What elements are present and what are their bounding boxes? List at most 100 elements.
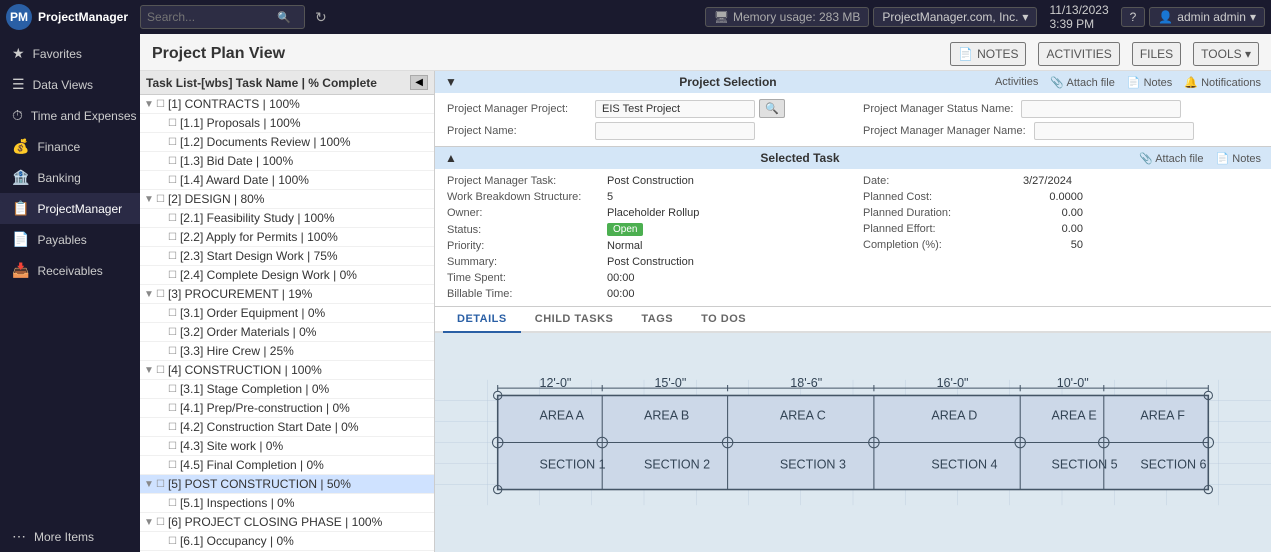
pm-project-label: Project Manager Project: bbox=[447, 103, 587, 115]
attach-file-link[interactable]: 📎 Attach file bbox=[1050, 76, 1114, 89]
sidebar-item-payables[interactable]: 📄 Payables bbox=[0, 224, 140, 255]
search-input[interactable] bbox=[147, 10, 277, 24]
notes-link[interactable]: 📄 Notes bbox=[1127, 76, 1173, 89]
task-row[interactable]: ☐ [6.1] Occupancy | 0% bbox=[140, 532, 434, 551]
task-row[interactable]: ☐ [3.2] Order Materials | 0% bbox=[140, 323, 434, 342]
task-row[interactable]: ☐ [4.3] Site work | 0% bbox=[140, 437, 434, 456]
task-row[interactable]: ☐ [3.1] Order Equipment | 0% bbox=[140, 304, 434, 323]
page-header-actions: 📄 NOTES ACTIVITIES FILES TOOLS ▾ bbox=[950, 42, 1259, 66]
task-row[interactable]: ☐ [3.1] Stage Completion | 0% bbox=[140, 380, 434, 399]
task-row[interactable]: ☐ [1.2] Documents Review | 100% bbox=[140, 133, 434, 152]
task-checkbox: ☐ bbox=[168, 118, 177, 129]
task-row[interactable]: ☐ [5.1] Inspections | 0% bbox=[140, 494, 434, 513]
svg-text:AREA F: AREA F bbox=[1140, 409, 1185, 423]
svg-text:SECTION 1: SECTION 1 bbox=[540, 458, 606, 472]
tools-button[interactable]: TOOLS ▾ bbox=[1193, 42, 1259, 66]
search-icon: 🔍 bbox=[277, 11, 291, 24]
project-selection-header[interactable]: ▼ Project Selection Activities 📎 Attach … bbox=[435, 71, 1271, 93]
svg-text:SECTION 3: SECTION 3 bbox=[780, 458, 846, 472]
svg-text:15'-0": 15'-0" bbox=[654, 376, 686, 390]
pm-manager-input[interactable] bbox=[1034, 122, 1194, 140]
attach-file-btn[interactable]: 📎 Attach file bbox=[1139, 152, 1203, 165]
task-panel-body: ▼ ☐ [1] CONTRACTS | 100% ☐ [1.1] Proposa… bbox=[140, 95, 434, 552]
sidebar-item-label: Receivables bbox=[37, 264, 102, 278]
task-checkbox: ☐ bbox=[168, 422, 177, 433]
selected-task-title: Selected Task bbox=[760, 151, 839, 165]
task-checkbox: ☐ bbox=[168, 384, 177, 395]
sidebar: ★ Favorites ☰ Data Views ⏱ Time and Expe… bbox=[0, 34, 140, 552]
app-logo[interactable]: PM ProjectManager bbox=[6, 4, 128, 30]
receivables-icon: 📥 bbox=[12, 262, 29, 279]
notifications-link[interactable]: 🔔 Notifications bbox=[1184, 76, 1261, 89]
task-label: [3.3] Hire Crew | 25% bbox=[180, 344, 294, 358]
selected-task-header[interactable]: ▲ Selected Task 📎 Attach file 📄 Notes bbox=[435, 147, 1271, 169]
panel-collapse-button[interactable]: ◀ bbox=[410, 75, 428, 90]
task-row[interactable]: ☐ [2.3] Start Design Work | 75% bbox=[140, 247, 434, 266]
task-row[interactable]: ▼ ☐ [1] CONTRACTS | 100% bbox=[140, 95, 434, 114]
notes-button[interactable]: 📄 NOTES bbox=[950, 42, 1026, 66]
tab-child-tasks[interactable]: CHILD TASKS bbox=[521, 307, 628, 333]
task-field-priority: Priority: Normal bbox=[447, 238, 843, 254]
sidebar-item-label: ProjectManager bbox=[37, 202, 122, 216]
sidebar-item-banking[interactable]: 🏦 Banking bbox=[0, 162, 140, 193]
sidebar-item-time-expenses[interactable]: ⏱ Time and Expenses bbox=[0, 100, 140, 131]
task-row[interactable]: ☐ [4.2] Construction Start Date | 0% bbox=[140, 418, 434, 437]
content-area: Project Plan View 📄 NOTES ACTIVITIES FIL… bbox=[140, 34, 1271, 552]
pm-manager-label: Project Manager Manager Name: bbox=[863, 125, 1026, 137]
sidebar-item-receivables[interactable]: 📥 Receivables bbox=[0, 255, 140, 286]
task-row[interactable]: ☐ [1.4] Award Date | 100% bbox=[140, 171, 434, 190]
pm-status-input[interactable] bbox=[1021, 100, 1181, 118]
sidebar-item-finance[interactable]: 💰 Finance bbox=[0, 131, 140, 162]
company-selector[interactable]: ProjectManager.com, Inc. ▾ bbox=[873, 7, 1037, 27]
project-name-input[interactable] bbox=[595, 122, 755, 140]
task-row[interactable]: ☐ [3.3] Hire Crew | 25% bbox=[140, 342, 434, 361]
task-row[interactable]: ☐ [4.1] Prep/Pre-construction | 0% bbox=[140, 399, 434, 418]
user-button[interactable]: 👤 admin admin ▾ bbox=[1149, 7, 1265, 27]
memory-icon: 🖥 bbox=[714, 10, 729, 24]
svg-text:AREA B: AREA B bbox=[644, 409, 689, 423]
svg-text:AREA C: AREA C bbox=[780, 409, 826, 423]
sidebar-item-project-manager[interactable]: 📋 ProjectManager bbox=[0, 193, 140, 224]
sidebar-item-data-views[interactable]: ☰ Data Views bbox=[0, 69, 140, 100]
task-row[interactable]: ▼ ☐ [5] POST CONSTRUCTION | 50% bbox=[140, 475, 434, 494]
task-row[interactable]: ▼ ☐ [4] CONSTRUCTION | 100% bbox=[140, 361, 434, 380]
task-label: [2.4] Complete Design Work | 0% bbox=[180, 268, 357, 282]
task-label: [4.2] Construction Start Date | 0% bbox=[180, 420, 359, 434]
task-row[interactable]: ▼ ☐ [6] PROJECT CLOSING PHASE | 100% bbox=[140, 513, 434, 532]
task-checkbox: ☐ bbox=[168, 137, 177, 148]
pm-project-search-button[interactable]: 🔍 bbox=[759, 99, 785, 118]
task-label: [4.3] Site work | 0% bbox=[180, 439, 283, 453]
task-field-planned-cost: Planned Cost: 0.0000 bbox=[863, 189, 1259, 205]
task-label: [1.3] Bid Date | 100% bbox=[180, 154, 293, 168]
task-row[interactable]: ☐ [1.1] Proposals | 100% bbox=[140, 114, 434, 133]
task-row[interactable]: ☐ [2.1] Feasibility Study | 100% bbox=[140, 209, 434, 228]
notes-btn[interactable]: 📄 Notes bbox=[1216, 152, 1262, 165]
tab-details[interactable]: DETAILS bbox=[443, 307, 521, 333]
svg-text:18'-6": 18'-6" bbox=[790, 376, 822, 390]
tabs-bar: DETAILS CHILD TASKS TAGS TO DOS bbox=[435, 307, 1271, 333]
task-label: [1.4] Award Date | 100% bbox=[180, 173, 309, 187]
task-row[interactable]: ☐ [2.2] Apply for Permits | 100% bbox=[140, 228, 434, 247]
pm-status-value bbox=[1021, 100, 1181, 118]
time-text: 3:39 PM bbox=[1049, 17, 1094, 31]
activities-button[interactable]: ACTIVITIES bbox=[1038, 42, 1119, 66]
activities-link[interactable]: Activities bbox=[995, 76, 1038, 88]
tab-to-dos[interactable]: TO DOS bbox=[687, 307, 760, 333]
task-row[interactable]: ▼ ☐ [2] DESIGN | 80% bbox=[140, 190, 434, 209]
task-row[interactable]: ☐ [2.4] Complete Design Work | 0% bbox=[140, 266, 434, 285]
task-row[interactable]: ☐ [4.5] Final Completion | 0% bbox=[140, 456, 434, 475]
pm-manager-field: Project Manager Manager Name: bbox=[863, 122, 1259, 140]
refresh-button[interactable]: ↻ bbox=[309, 5, 333, 30]
more-icon: ⋯ bbox=[12, 528, 26, 545]
task-row[interactable]: ☐ [1.3] Bid Date | 100% bbox=[140, 152, 434, 171]
help-button[interactable]: ? bbox=[1121, 7, 1146, 27]
expand-icon: ▼ bbox=[144, 99, 154, 110]
sidebar-item-label: Favorites bbox=[33, 47, 82, 61]
sidebar-item-more[interactable]: ⋯ More Items bbox=[0, 521, 140, 552]
sidebar-item-favorites[interactable]: ★ Favorites bbox=[0, 38, 140, 69]
task-row[interactable]: ▼ ☐ [3] PROCUREMENT | 19% bbox=[140, 285, 434, 304]
files-button[interactable]: FILES bbox=[1132, 42, 1181, 66]
tab-tags[interactable]: TAGS bbox=[627, 307, 687, 333]
svg-text:SECTION 6: SECTION 6 bbox=[1140, 458, 1206, 472]
pm-project-input[interactable] bbox=[595, 100, 755, 118]
